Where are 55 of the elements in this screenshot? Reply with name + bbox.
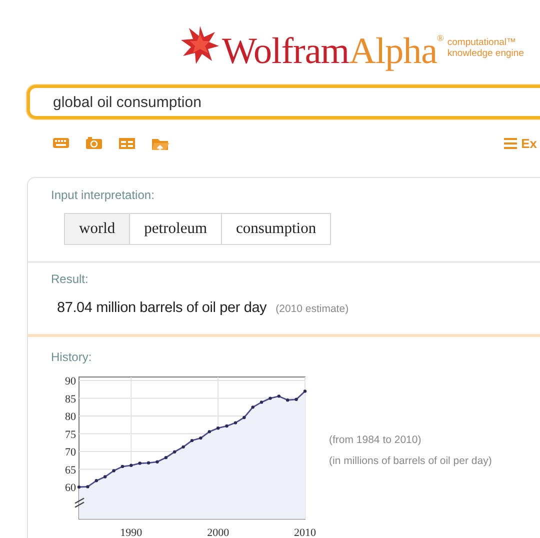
data-point <box>182 445 185 449</box>
data-point <box>242 416 246 420</box>
data-point <box>190 438 194 442</box>
data-point <box>94 479 98 482</box>
pod-title: Result: <box>51 272 90 286</box>
data-point <box>225 424 228 428</box>
interpretation-chip: consumption <box>222 213 332 245</box>
axis-break-icon <box>74 498 84 508</box>
search-field[interactable]: global oil consumption <box>27 85 540 119</box>
data-point <box>164 456 168 460</box>
data-point <box>120 464 124 468</box>
axis-tick-label: 80 <box>65 411 76 424</box>
interpretation-chip: world <box>64 213 130 245</box>
data-point <box>199 436 202 440</box>
axis-tick-label: 60 <box>65 482 76 494</box>
tagline-text: computational™ <box>447 37 518 48</box>
data-point <box>260 400 264 404</box>
star-logo-icon <box>180 25 220 65</box>
data-point <box>173 450 176 454</box>
axis-tick-label: 65 <box>65 464 76 476</box>
result-note: (2010 estimate) <box>276 303 349 315</box>
data-point <box>268 396 272 400</box>
data-point <box>103 475 107 478</box>
axis-tick-label: 85 <box>65 393 76 406</box>
axis-tick-label: 75 <box>65 428 76 441</box>
data-point <box>138 462 142 465</box>
data-point <box>286 398 290 402</box>
data-point <box>130 464 133 467</box>
logo-wordmark: WolframAlpha$^{®}$ <box>222 30 444 73</box>
data-point <box>216 426 220 430</box>
tagline-text: knowledge engine <box>447 48 524 59</box>
data-point <box>112 469 116 472</box>
data-point <box>294 398 298 401</box>
interpretation-chip: petroleum <box>130 213 222 245</box>
data-point <box>156 460 159 464</box>
axis-tick-label: 1990 <box>120 527 142 538</box>
data-point <box>234 421 238 424</box>
data-point <box>208 430 211 434</box>
data-point <box>86 485 90 488</box>
axis-tick-label: 70 <box>65 446 76 459</box>
chart-note: (from 1984 to 2010) <box>329 433 422 448</box>
axis-tick-label: 90 <box>65 376 76 388</box>
data-point <box>77 485 81 489</box>
data-point <box>251 406 254 409</box>
camera-icon[interactable] <box>85 134 103 152</box>
chart-note: (in millions of barrels of oil per day) <box>329 454 492 469</box>
menu-icon <box>504 138 518 148</box>
axis-tick-label: 2010 <box>294 527 316 538</box>
pod-title: Input interpretation: <box>51 188 156 202</box>
data-point <box>277 394 281 398</box>
axis-tick-label: 2000 <box>207 527 230 538</box>
pod-title: History: <box>51 350 93 364</box>
data-point <box>303 390 307 393</box>
result-text: 87.04 million barrels of oil per day <box>57 300 267 316</box>
data-point <box>146 461 150 464</box>
